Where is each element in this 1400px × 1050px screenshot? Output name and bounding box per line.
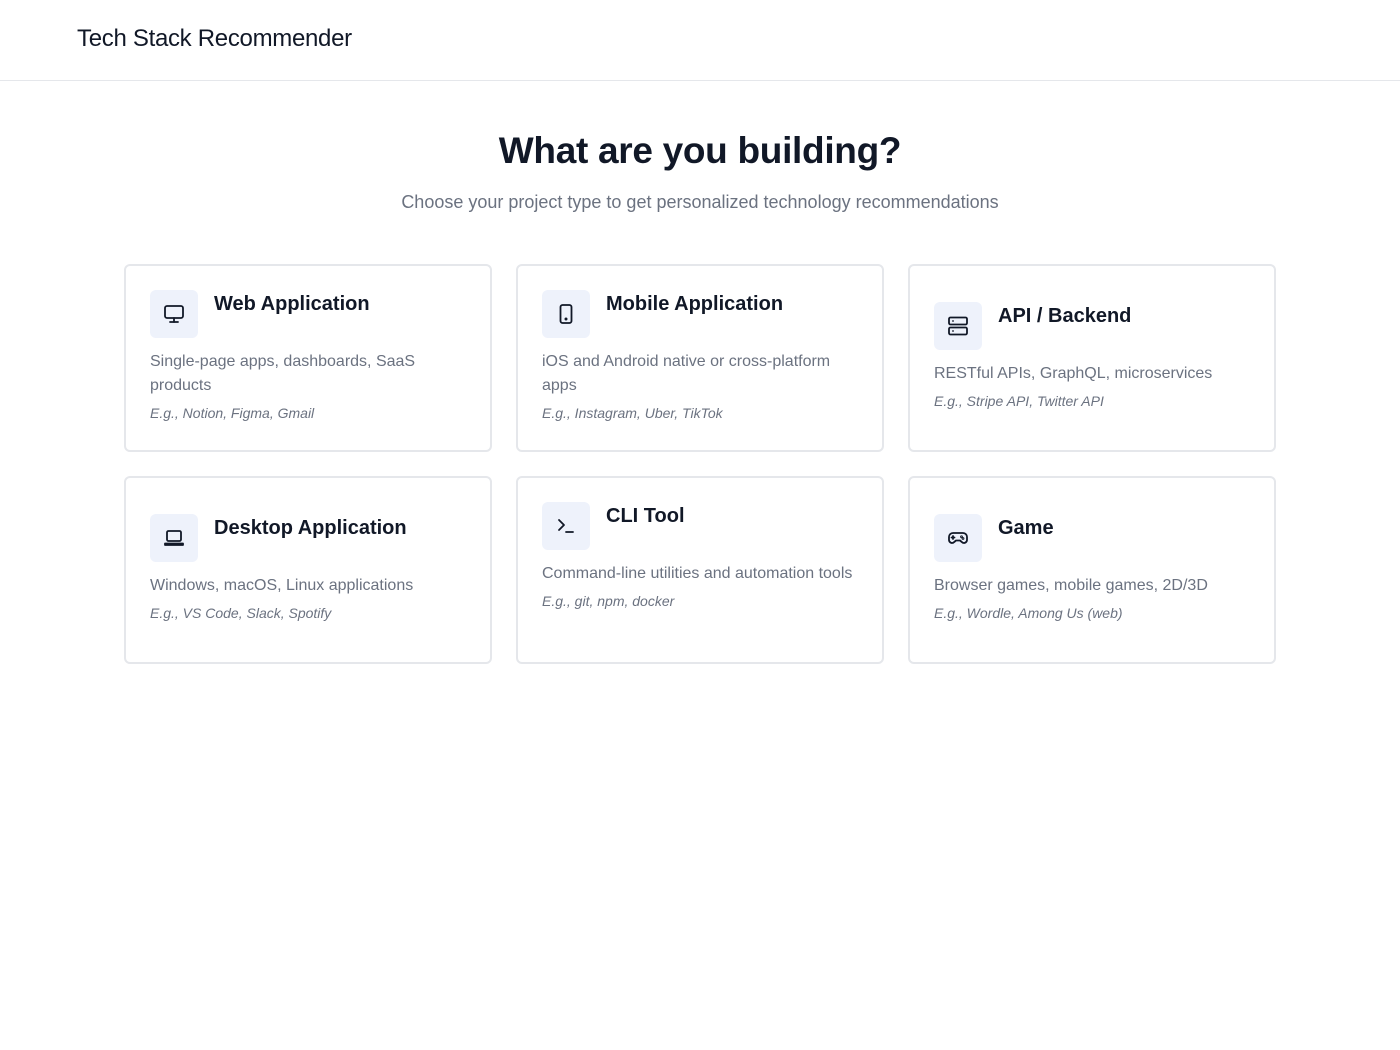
- card-title: Game: [998, 517, 1054, 539]
- card-examples: E.g., Stripe API, Twitter API: [934, 393, 1104, 409]
- card-title: Web Application: [214, 293, 370, 315]
- card-examples: E.g., Instagram, Uber, TikTok: [542, 405, 723, 421]
- card-header: CLI Tool: [542, 502, 858, 550]
- card-examples: E.g., git, npm, docker: [542, 593, 675, 609]
- card-header: Desktop Application: [150, 514, 466, 562]
- card-description: Browser games, mobile games, 2D/3D: [934, 577, 1208, 594]
- card-header: Mobile Application: [542, 290, 858, 338]
- app-title: Tech Stack Recommender: [77, 25, 352, 52]
- card-title: API / Backend: [998, 305, 1132, 327]
- card-title: Mobile Application: [606, 293, 784, 315]
- card-header: Web Application: [150, 290, 466, 338]
- terminal-icon: [542, 502, 590, 550]
- gamepad-icon: [934, 514, 982, 562]
- card-examples: E.g., Notion, Figma, Gmail: [150, 405, 315, 421]
- card-title: Desktop Application: [214, 517, 407, 539]
- card-description: RESTful APIs, GraphQL, microservices: [934, 365, 1213, 382]
- card-title: CLI Tool: [606, 505, 685, 527]
- project-type-card-cli-tool[interactable]: CLI Tool Command-line utilities and auto…: [516, 476, 884, 664]
- project-type-card-game[interactable]: Game Browser games, mobile games, 2D/3D …: [908, 476, 1276, 664]
- page-title: What are you building?: [498, 130, 902, 171]
- smartphone-icon: [542, 290, 590, 338]
- page-subtitle: Choose your project type to get personal…: [401, 192, 999, 212]
- project-type-grid: Web Application Single-page apps, dashbo…: [124, 264, 1276, 664]
- project-type-card-mobile-application[interactable]: Mobile Application iOS and Android nativ…: [516, 264, 884, 452]
- card-header: Game: [934, 514, 1250, 562]
- main-content: What are you building? Choose your proje…: [124, 81, 1276, 664]
- server-icon: [934, 302, 982, 350]
- card-description: iOS and Android native or cross-platform…: [542, 353, 831, 394]
- project-type-card-desktop-application[interactable]: Desktop Application Windows, macOS, Linu…: [124, 476, 492, 664]
- monitor-icon: [150, 290, 198, 338]
- project-type-card-api-backend[interactable]: API / Backend RESTful APIs, GraphQL, mic…: [908, 264, 1276, 452]
- laptop-icon: [150, 514, 198, 562]
- card-description: Command-line utilities and automation to…: [542, 565, 853, 582]
- card-description: Windows, macOS, Linux applications: [150, 577, 414, 594]
- card-description: Single-page apps, dashboards, SaaS produ…: [150, 353, 416, 394]
- top-bar: Tech Stack Recommender: [0, 0, 1400, 81]
- card-header: API / Backend: [934, 302, 1250, 350]
- card-examples: E.g., Wordle, Among Us (web): [934, 605, 1123, 621]
- project-type-card-web-application[interactable]: Web Application Single-page apps, dashbo…: [124, 264, 492, 452]
- card-examples: E.g., VS Code, Slack, Spotify: [150, 605, 332, 621]
